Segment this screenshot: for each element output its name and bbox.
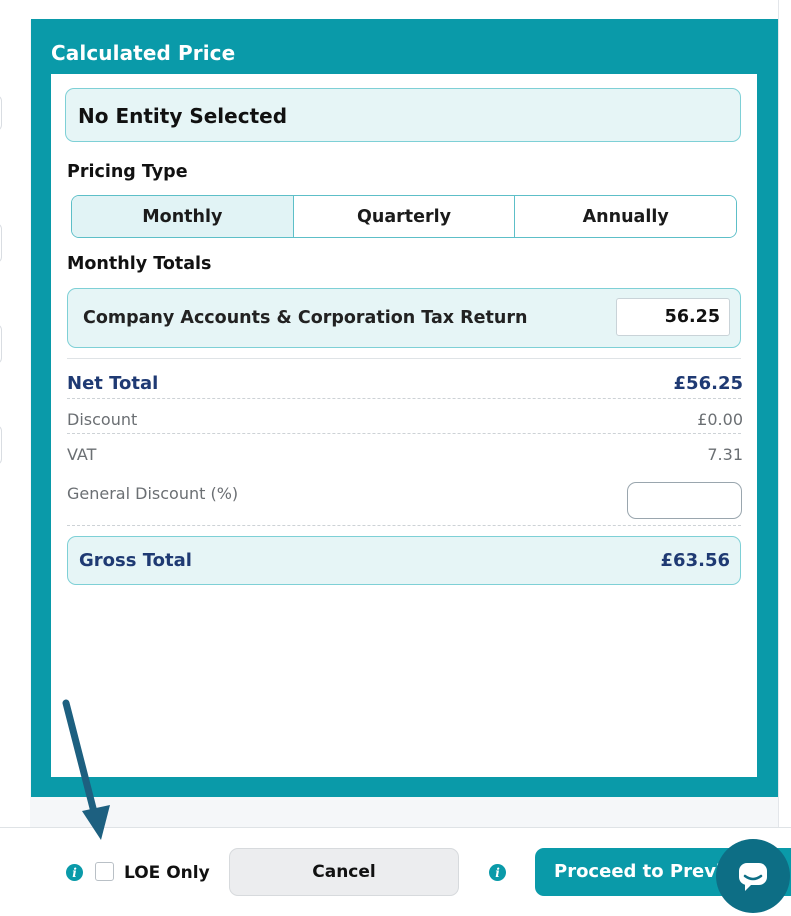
pricing-type-toggle: Monthly Quarterly Annually [71, 195, 737, 238]
vat-value: 7.31 [707, 445, 743, 464]
loe-only-label: LOE Only [124, 863, 210, 883]
divider [67, 398, 741, 399]
divider [67, 433, 741, 434]
pricing-type-label: Pricing Type [67, 162, 188, 182]
info-icon[interactable]: i [489, 864, 506, 881]
gross-total-value: £63.56 [660, 550, 730, 571]
info-icon[interactable]: i [66, 864, 83, 881]
chat-bubble-icon [739, 863, 767, 891]
net-total-value: £56.25 [673, 373, 743, 394]
pricing-option-quarterly[interactable]: Quarterly [293, 196, 516, 237]
line-item-row: Company Accounts & Corporation Tax Retur… [67, 288, 741, 348]
page: Calculated Price No Entity Selected Pric… [0, 0, 791, 916]
net-total-label: Net Total [67, 373, 159, 394]
left-form-field[interactable] [0, 324, 2, 364]
pricing-option-annually[interactable]: Annually [515, 196, 736, 237]
top-strip [30, 0, 791, 20]
discount-label: Discount [67, 410, 138, 429]
gross-total-label: Gross Total [79, 550, 192, 571]
vat-label: VAT [67, 445, 97, 464]
right-strip [778, 0, 791, 827]
divider [67, 525, 741, 526]
left-form-field[interactable] [0, 425, 2, 465]
left-form-field[interactable] [0, 95, 2, 131]
cancel-button[interactable]: Cancel [229, 848, 459, 896]
gross-total-row: Gross Total £63.56 [67, 536, 741, 585]
general-discount-label: General Discount (%) [67, 484, 239, 503]
entity-name: No Entity Selected [78, 104, 288, 128]
monthly-totals-label: Monthly Totals [67, 254, 212, 274]
pricing-option-monthly[interactable]: Monthly [72, 196, 294, 237]
left-form-field[interactable] [0, 223, 2, 263]
entity-box: No Entity Selected [65, 88, 741, 142]
price-card: No Entity Selected Pricing Type Monthly … [51, 74, 757, 777]
discount-value: £0.00 [697, 410, 743, 429]
panel-title: Calculated Price [51, 41, 236, 65]
footer-bar: i LOE Only Cancel i Proceed to Preview [0, 827, 791, 916]
line-item-price-input[interactable]: 56.25 [616, 298, 730, 336]
divider [67, 358, 741, 359]
general-discount-input[interactable] [627, 482, 742, 519]
line-item-label: Company Accounts & Corporation Tax Retur… [83, 308, 528, 328]
calculated-price-panel: Calculated Price No Entity Selected Pric… [31, 19, 778, 797]
left-form-column [0, 0, 30, 827]
chat-launcher-button[interactable] [716, 839, 790, 913]
loe-only-checkbox[interactable] [95, 862, 114, 881]
